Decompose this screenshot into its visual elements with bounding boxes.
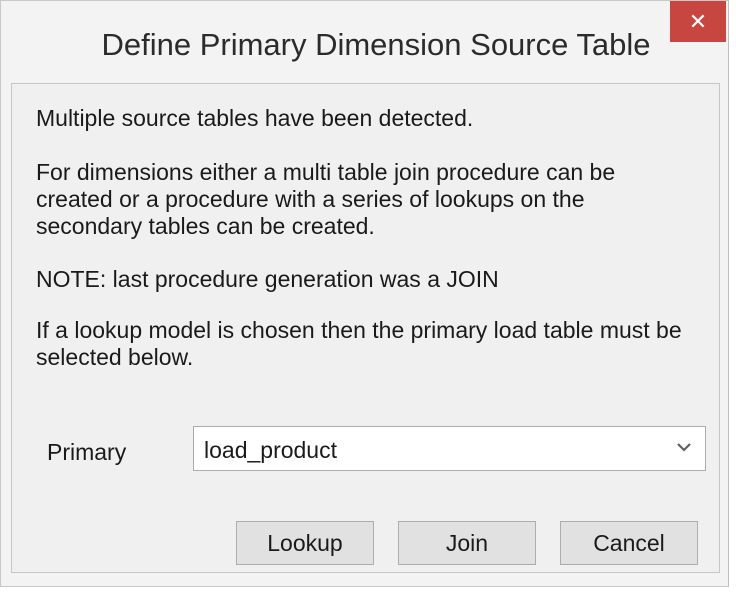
dialog-title: Define Primary Dimension Source Table (101, 27, 651, 62)
primary-table-value: load_product (204, 437, 337, 463)
cancel-button[interactable]: Cancel (560, 521, 698, 565)
primary-label: Primary (47, 439, 127, 465)
close-button[interactable]: ✕ (670, 1, 726, 42)
message-lookup-model: If a lookup model is chosen then the pri… (36, 317, 682, 370)
title-bar[interactable]: Define Primary Dimension Source Table ✕ (1, 1, 728, 83)
message-detected: Multiple source tables have been detecte… (36, 105, 474, 131)
message-dimensions: For dimensions either a multi table join… (36, 159, 616, 239)
join-button[interactable]: Join (398, 521, 536, 565)
primary-table-select[interactable]: load_product (193, 426, 706, 471)
lookup-button[interactable]: Lookup (236, 521, 374, 565)
message-note: NOTE: last procedure generation was a JO… (36, 266, 499, 292)
chevron-down-icon (677, 443, 691, 452)
dialog-window: Define Primary Dimension Source Table ✕ … (0, 0, 729, 587)
close-icon: ✕ (688, 8, 708, 34)
